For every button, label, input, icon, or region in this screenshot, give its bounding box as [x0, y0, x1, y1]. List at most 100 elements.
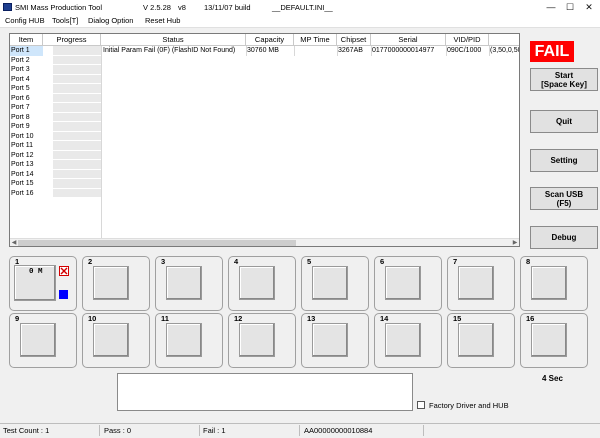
message-log[interactable]: [117, 373, 413, 411]
table-row[interactable]: Port 7: [10, 103, 519, 113]
col-item[interactable]: Item: [10, 34, 43, 46]
port-panel-9: 9: [9, 313, 77, 368]
port-panel-number: 10: [88, 314, 97, 323]
col-extra[interactable]: [489, 34, 519, 46]
table-row[interactable]: Port 3: [10, 65, 519, 75]
menu-tools[interactable]: Tools[T]: [52, 16, 78, 25]
port-drive-box[interactable]: [312, 323, 348, 357]
port-cell: Port 10: [11, 132, 34, 140]
port-drive-box[interactable]: [166, 323, 202, 357]
col-vidpid[interactable]: VID/PID: [446, 34, 489, 46]
port-panel-11: 11: [155, 313, 223, 368]
table-row[interactable]: Port 13: [10, 160, 519, 170]
setting-button[interactable]: Setting: [530, 149, 598, 172]
factory-driver-checkbox[interactable]: [417, 401, 425, 409]
table-row[interactable]: Port 11: [10, 141, 519, 151]
status-divider: [199, 425, 200, 436]
port-panel-4: 4: [228, 256, 296, 311]
table-row[interactable]: Port 1 Initial Param Fail (0F) (FlashID …: [10, 46, 519, 56]
port-drive-box[interactable]: [312, 266, 348, 300]
table-row[interactable]: Port 12: [10, 150, 519, 160]
menu-reset-hub[interactable]: Reset Hub: [145, 16, 180, 25]
minimize-icon[interactable]: —: [542, 2, 560, 12]
col-capacity[interactable]: Capacity: [246, 34, 294, 46]
close-icon[interactable]: ✕: [580, 2, 598, 12]
status-indicator-icon: [59, 290, 68, 299]
table-row[interactable]: Port 9: [10, 122, 519, 132]
scroll-thumb[interactable]: [18, 240, 296, 246]
table-row[interactable]: Port 4: [10, 74, 519, 84]
menu-config-hub[interactable]: Config HUB: [5, 16, 45, 25]
ini-label: __DEFAULT.INI__: [272, 3, 333, 12]
table-row[interactable]: Port 14: [10, 169, 519, 179]
port-panel-2: 2: [82, 256, 150, 311]
table-row[interactable]: Port 2: [10, 55, 519, 65]
port-drive-box[interactable]: [458, 266, 494, 300]
port-cell: Port 14: [11, 170, 34, 178]
port-drive-box[interactable]: 0 M: [14, 265, 56, 301]
status-bar: Test Count : 1 Pass : 0 Fail : 1 AA00000…: [0, 423, 600, 438]
start-button[interactable]: Start [Space Key]: [530, 68, 598, 91]
port-drive-box[interactable]: [531, 323, 567, 357]
port-panel-15: 15: [447, 313, 515, 368]
port-panel-number: 9: [15, 314, 20, 323]
progress-cell: [53, 74, 101, 84]
status-divider: [423, 425, 424, 436]
port-panel-5: 5: [301, 256, 369, 311]
port-drive-box[interactable]: [20, 323, 56, 357]
status-cell: Initial Param Fail (0F) (FlashID Not Fou…: [103, 47, 236, 54]
port-panel-number: 13: [307, 314, 316, 323]
chipset-cell: 3267AB: [338, 47, 363, 54]
port-panel-number: 6: [380, 257, 385, 266]
scan-usb-button[interactable]: Scan USB (F5): [530, 187, 598, 210]
port-cell: Port 2: [11, 56, 30, 64]
table-row[interactable]: Port 16: [10, 188, 519, 198]
port-drive-box[interactable]: [531, 266, 567, 300]
elapsed-time: 4 Sec: [542, 374, 563, 383]
col-status[interactable]: Status: [101, 34, 246, 46]
port-drive-box[interactable]: [239, 323, 275, 357]
port-panel-number: 3: [161, 257, 166, 266]
port-drive-box[interactable]: [385, 323, 421, 357]
start-button-label: Start: [554, 70, 574, 80]
setting-button-label: Setting: [550, 156, 578, 165]
status-serial: AA00000000010884: [304, 426, 373, 435]
scroll-right-icon[interactable]: ▶: [511, 239, 519, 246]
port-drive-box[interactable]: [385, 266, 421, 300]
col-mp-time[interactable]: MP Time: [294, 34, 337, 46]
port-drive-box[interactable]: [93, 323, 129, 357]
progress-cell: [53, 179, 101, 189]
progress-cell: [53, 141, 101, 151]
table-row[interactable]: Port 8: [10, 112, 519, 122]
col-serial[interactable]: Serial: [371, 34, 446, 46]
debug-button[interactable]: Debug: [530, 226, 598, 249]
port-cell: Port 12: [11, 151, 34, 159]
port-drive-box[interactable]: [458, 323, 494, 357]
progress-cell: [53, 160, 101, 170]
port-cell: Port 15: [11, 180, 34, 187]
menu-dialog-option[interactable]: Dialog Option: [88, 16, 133, 25]
port-panel-10: 10: [82, 313, 150, 368]
vidpid-cell: 090C/1000: [447, 47, 482, 54]
col-progress[interactable]: Progress: [43, 34, 101, 46]
port-panel-7: 7: [447, 256, 515, 311]
col-chipset[interactable]: Chipset: [337, 34, 371, 46]
horizontal-scrollbar[interactable]: ◀ ▶: [10, 238, 519, 246]
port-drive-box[interactable]: [93, 266, 129, 300]
status-divider: [99, 425, 100, 436]
debug-button-label: Debug: [551, 233, 577, 242]
table-row[interactable]: Port 5: [10, 84, 519, 94]
port-panel-number: 12: [234, 314, 243, 323]
fail-x-icon: [59, 266, 69, 276]
extra-cell: (3,50,0,50,0,: [490, 47, 519, 54]
table-row[interactable]: Port 6: [10, 93, 519, 103]
maximize-icon[interactable]: ☐: [561, 2, 579, 12]
table-row[interactable]: Port 15: [10, 179, 519, 189]
quit-button[interactable]: Quit: [530, 110, 598, 133]
app-icon: [3, 3, 12, 11]
port-drive-box[interactable]: [166, 266, 202, 300]
table-row[interactable]: Port 10: [10, 131, 519, 141]
scroll-left-icon[interactable]: ◀: [10, 239, 18, 246]
mp-time-cell: [295, 46, 337, 56]
port-drive-box[interactable]: [239, 266, 275, 300]
